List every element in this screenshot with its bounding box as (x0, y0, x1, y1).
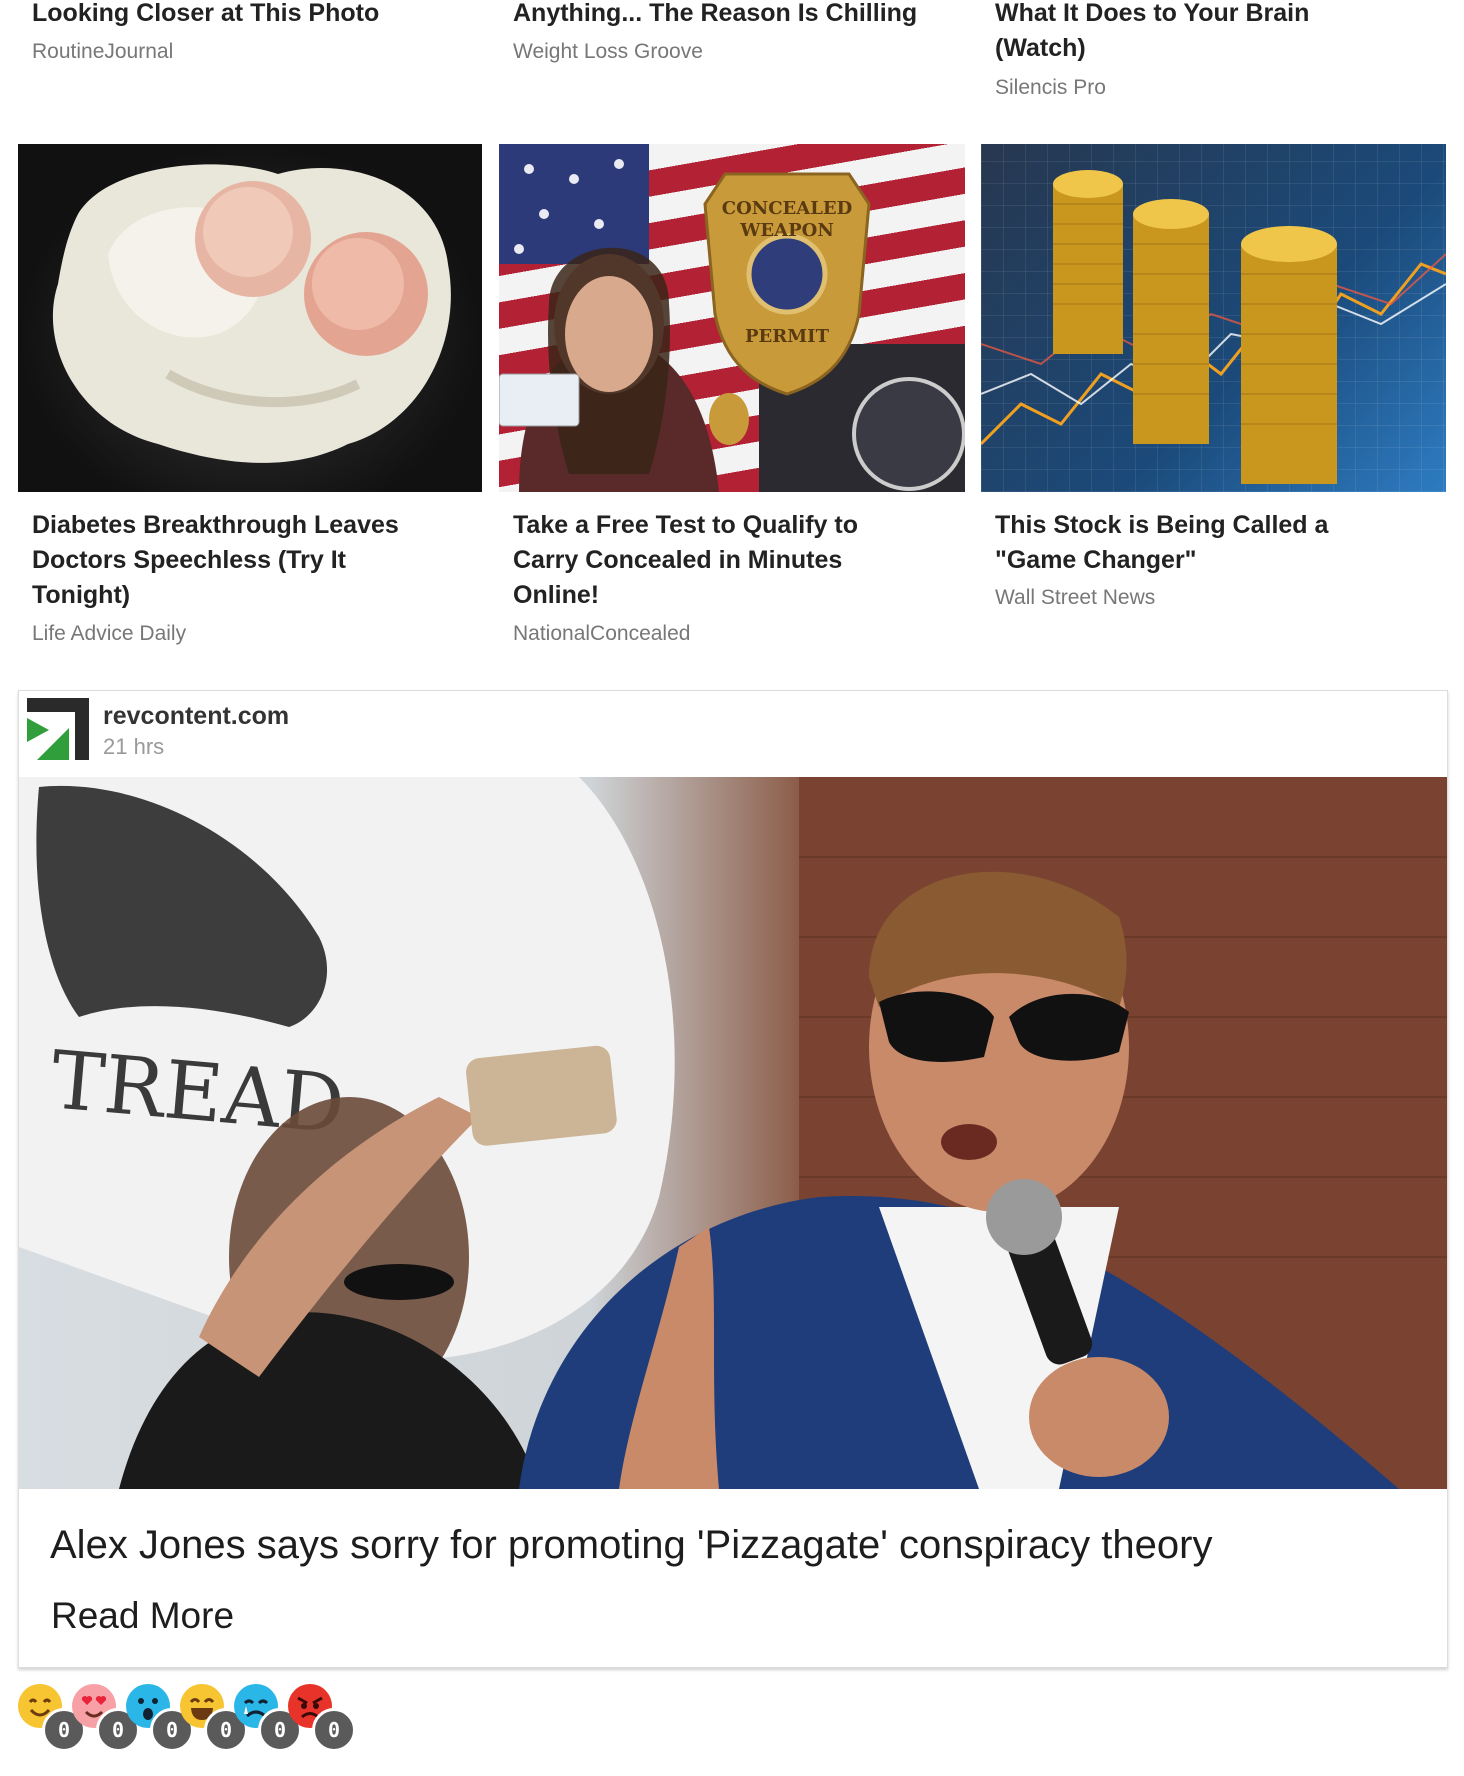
sponsored-post-card[interactable]: revcontent.com 21 hrs TREAD Alex Jones s… (18, 690, 1448, 1668)
article-title-4-line-1: Diabetes Breakthrough Leaves (32, 511, 399, 539)
reaction-laugh[interactable]: 0 (180, 1684, 248, 1752)
article-title-6-line-1: This Stock is Being Called a (995, 511, 1329, 539)
article-source-2: Weight Loss Groove (513, 40, 703, 63)
reaction-surprised[interactable]: 0 (126, 1684, 194, 1752)
article-title-3[interactable]: What It Does to Your Brain (Watch) (995, 0, 1309, 66)
article-source-3: Silencis Pro (995, 76, 1106, 99)
post-timestamp: 21 hrs (103, 734, 165, 759)
article-title-5[interactable]: Take a Free Test to Qualify to Carry Con… (513, 508, 858, 613)
article-source-4: Life Advice Daily (32, 622, 187, 645)
article-title-5-line-2: Carry Concealed in Minutes (513, 546, 843, 574)
article-title-4[interactable]: Diabetes Breakthrough Leaves Doctors Spe… (32, 508, 399, 613)
article-source-5: NationalConcealed (513, 622, 691, 645)
article-source-6: Wall Street News (995, 586, 1156, 609)
article-title-6-line-2: "Game Changer" (995, 546, 1197, 574)
reaction-sad[interactable]: 0 (234, 1684, 302, 1752)
article-title-1[interactable]: Looking Closer at This Photo (32, 0, 379, 31)
reaction-angry[interactable]: 0 (288, 1684, 356, 1752)
article-title-3-line-1: What It Does to Your Brain (995, 0, 1310, 27)
read-more-link[interactable]: Read More (51, 1592, 234, 1640)
article-title-2[interactable]: Anything... The Reason Is Chilling (513, 0, 917, 31)
article-title-5-line-1: Take a Free Test to Qualify to (513, 511, 858, 539)
badge-text-permit: PERMIT (745, 326, 830, 347)
stock-coins-thumbnail[interactable] (981, 144, 1446, 492)
reaction-love[interactable]: 0 (72, 1684, 140, 1752)
article-title-3-line-2: (Watch) (995, 34, 1086, 62)
publisher-logo[interactable] (27, 698, 89, 760)
post-headline[interactable]: Alex Jones says sorry for promoting 'Piz… (50, 1519, 1212, 1571)
badge-text-weapon: WEAPON (739, 220, 834, 241)
post-hero-image[interactable]: TREAD (19, 777, 1447, 1489)
reaction-count: 0 (312, 1708, 356, 1752)
badge-text-concealed: CONCEALED (722, 198, 852, 219)
article-title-6[interactable]: This Stock is Being Called a "Game Chang… (995, 508, 1328, 578)
publisher-name[interactable]: revcontent.com (103, 702, 289, 731)
concealed-permit-thumbnail[interactable]: CONCEALED WEAPON PERMIT (499, 144, 965, 492)
fried-eggs-thumbnail[interactable] (18, 144, 482, 492)
reaction-smile[interactable]: 0 (18, 1684, 86, 1752)
article-title-5-line-3: Online! (513, 581, 600, 609)
article-title-4-line-2: Doctors Speechless (Try It (32, 546, 347, 574)
article-title-4-line-3: Tonight) (32, 581, 131, 609)
article-source-1: RoutineJournal (32, 40, 174, 63)
